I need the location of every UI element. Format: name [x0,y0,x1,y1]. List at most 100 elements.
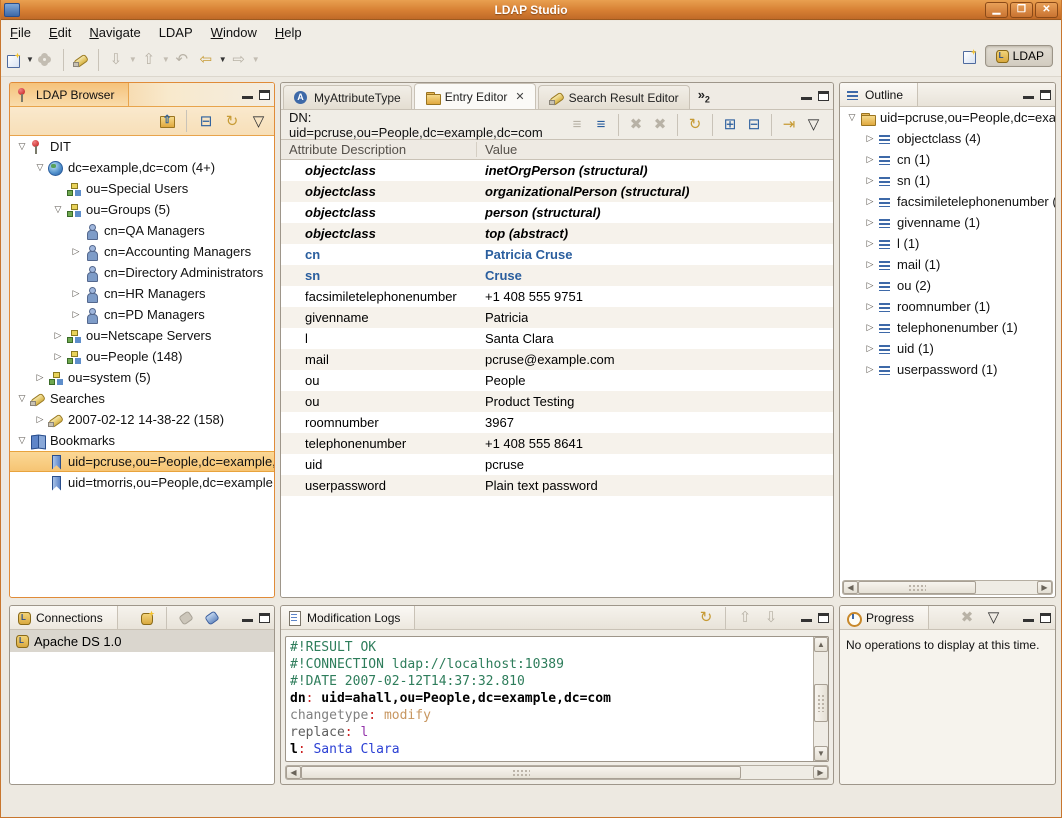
ldap-browser-tab[interactable]: LDAP Browser [10,83,129,106]
outline-item[interactable]: ▷facsimiletelephonenumber (1) [840,191,1055,212]
menu-window[interactable]: Window [202,23,266,42]
tree-item[interactable]: cn=QA Managers [10,220,274,241]
new-wizard-dropdown-icon[interactable]: ▼ [26,55,34,64]
view-menu-icon[interactable]: ▽ [802,114,824,136]
outline-item[interactable]: ▷userpassword (1) [840,359,1055,380]
attribute-row[interactable]: uidpcruse [281,454,833,475]
attribute-row[interactable]: userpasswordPlain text password [281,475,833,496]
attribute-name-cell[interactable]: facsimiletelephonenumber [281,289,477,304]
expander-closed-icon[interactable]: ▷ [50,330,66,341]
scroll-left-button[interactable]: ◀ [286,766,301,779]
menu-help[interactable]: Help [266,23,311,42]
attribute-row[interactable]: facsimiletelephonenumber+1 408 555 9751 [281,286,833,307]
attribute-name-cell[interactable]: givenname [281,310,477,325]
back-dropdown-icon[interactable]: ▼ [219,55,227,64]
outline-item[interactable]: ▷givenname (1) [840,212,1055,233]
expander-closed-icon[interactable]: ▷ [862,343,878,354]
attribute-row[interactable]: objectclassorganizationalPerson (structu… [281,181,833,202]
expander-closed-icon[interactable]: ▷ [32,372,48,383]
outline-item[interactable]: ▷roomnumber (1) [840,296,1055,317]
scrollbar-thumb[interactable] [858,581,976,594]
tree-item[interactable]: ▽dc=example,dc=com (4+) [10,157,274,178]
tree-item[interactable]: ou=Special Users [10,178,274,199]
minimize-editor-button[interactable] [801,92,812,100]
tree-item[interactable]: uid=tmorris,ou=People,dc=example,dc=com [10,472,274,493]
outline-item[interactable]: ▷objectclass (4) [840,128,1055,149]
progress-tab[interactable]: Progress [840,606,929,629]
new-attribute-icon[interactable]: ≡ [590,114,612,136]
attribute-value-cell[interactable]: inetOrgPerson (structural) [477,163,648,178]
attribute-row[interactable]: objectclassinetOrgPerson (structural) [281,160,833,181]
tree-item[interactable]: ▷cn=Accounting Managers [10,241,274,262]
open-perspective-icon[interactable] [962,49,977,63]
attribute-row[interactable]: ouProduct Testing [281,391,833,412]
menu-navigate[interactable]: Navigate [80,23,149,42]
attribute-value-cell[interactable]: +1 408 555 9751 [477,289,583,304]
new-connection-icon[interactable] [136,607,158,629]
perspective-button-ldap[interactable]: LDAP [985,45,1053,67]
attribute-value-cell[interactable]: Patricia [477,310,528,325]
attribute-value-cell[interactable]: +1 408 555 8641 [477,436,583,451]
tree-item[interactable]: ▽ou=Groups (5) [10,199,274,220]
maximize-editor-button[interactable] [818,91,829,101]
attribute-value-cell[interactable]: Plain text password [477,478,598,493]
attribute-value-cell[interactable]: Santa Clara [477,331,554,346]
maximize-window-button[interactable]: ❐ [1010,2,1033,18]
expander-closed-icon[interactable]: ▷ [862,259,878,270]
expander-open-icon[interactable]: ▽ [32,162,48,173]
attribute-name-cell[interactable]: mail [281,352,477,367]
attribute-name-cell[interactable]: uid [281,457,477,472]
minimize-view-button[interactable] [1023,614,1034,622]
view-menu-icon[interactable]: ▽ [982,607,1004,629]
scroll-right-button[interactable]: ▶ [1037,581,1052,594]
attribute-row[interactable]: lSanta Clara [281,328,833,349]
disconnect-icon[interactable] [201,607,223,629]
attribute-row[interactable]: objectclasstop (abstract) [281,223,833,244]
tree-item[interactable]: ▽DIT [10,136,274,157]
tab-entry-editor[interactable]: Entry Editor✕ [414,83,536,109]
expander-open-icon[interactable]: ▽ [14,393,30,404]
expand-all-icon[interactable]: ⊞ [719,114,741,136]
minimize-view-button[interactable] [242,91,253,99]
attribute-value-cell[interactable]: person (structural) [477,205,601,220]
ldap-search-icon[interactable] [70,49,92,71]
tree-item[interactable]: ▽Bookmarks [10,430,274,451]
attribute-name-cell[interactable]: objectclass [281,163,477,178]
expander-closed-icon[interactable]: ▷ [862,175,878,186]
expander-closed-icon[interactable]: ▷ [68,246,84,257]
outline-item[interactable]: ▷l (1) [840,233,1055,254]
tree-item[interactable]: cn=Directory Administrators [10,262,274,283]
expander-open-icon[interactable]: ▽ [14,435,30,446]
attribute-value-cell[interactable]: pcruse [477,457,524,472]
attribute-name-cell[interactable]: objectclass [281,184,477,199]
outline-item[interactable]: ▷mail (1) [840,254,1055,275]
tree-item[interactable]: uid=pcruse,ou=People,dc=example,dc=com [10,451,274,472]
attribute-name-cell[interactable]: ou [281,373,477,388]
refresh-icon[interactable]: ↻ [221,110,243,132]
tree-item[interactable]: ▽Searches [10,388,274,409]
column-attribute-description[interactable]: Attribute Description [281,142,477,157]
minimize-window-button[interactable]: ▁ [985,2,1008,18]
attribute-name-cell[interactable]: cn [281,247,477,262]
collapse-all-icon[interactable]: ⊟ [743,114,765,136]
scroll-left-button[interactable]: ◀ [843,581,858,594]
outline-item[interactable]: ▷uid (1) [840,338,1055,359]
attribute-value-cell[interactable]: Patricia Cruse [477,247,572,262]
outline-tab[interactable]: Outline [840,83,918,106]
refresh-icon[interactable]: ↻ [684,114,706,136]
log-vertical-scrollbar[interactable]: ▲ ▼ [813,637,828,761]
outline-item[interactable]: ▷sn (1) [840,170,1055,191]
expander-closed-icon[interactable]: ▷ [862,322,878,333]
tree-item[interactable]: ▷cn=PD Managers [10,304,274,325]
minimize-view-button[interactable] [242,614,253,622]
attribute-row[interactable]: givennamePatricia [281,307,833,328]
expander-closed-icon[interactable]: ▷ [32,414,48,425]
expander-open-icon[interactable]: ▽ [844,112,860,123]
attribute-value-cell[interactable]: top (abstract) [477,226,568,241]
tab-search-result-editor[interactable]: Search Result Editor [538,85,690,109]
tab-overflow-indicator[interactable]: »2 [698,87,710,109]
maximize-view-button[interactable] [259,613,270,623]
maximize-view-button[interactable] [259,90,270,100]
minimize-view-button[interactable] [801,614,812,622]
outline-item[interactable]: ▷cn (1) [840,149,1055,170]
